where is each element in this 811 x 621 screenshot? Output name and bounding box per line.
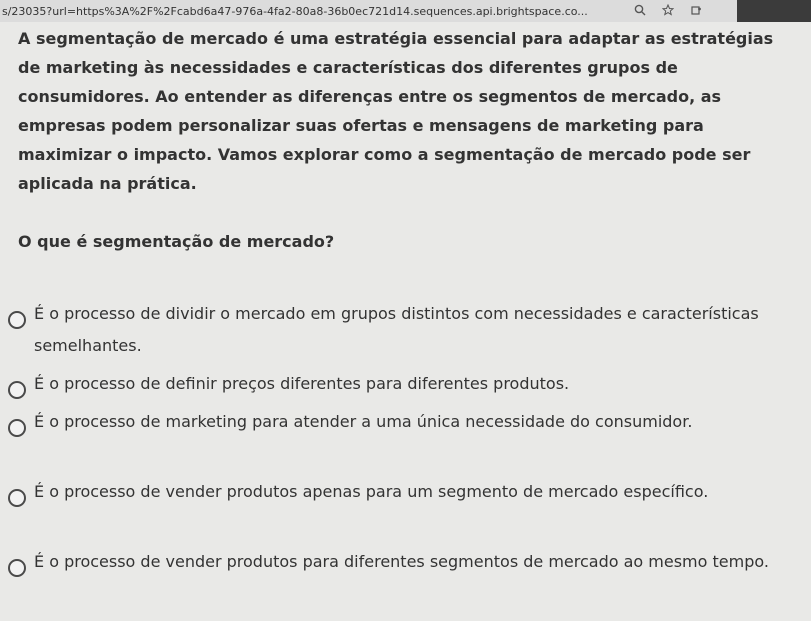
star-icon[interactable] xyxy=(661,3,675,19)
radio-button[interactable] xyxy=(8,559,26,577)
radio-button[interactable] xyxy=(8,311,26,329)
option-label: É o processo de vender produtos apenas p… xyxy=(34,482,709,501)
radio-button[interactable] xyxy=(8,419,26,437)
option-1[interactable]: É o processo de dividir o mercado em gru… xyxy=(8,298,778,362)
intro-paragraph: A segmentação de mercado é uma estratégi… xyxy=(18,29,774,193)
option-label: É o processo de marketing para atender a… xyxy=(34,412,693,431)
option-label: É o processo de definir preços diferente… xyxy=(34,374,570,393)
address-bar[interactable]: s/23035?url=https%3A%2F%2Fcabd6a47-976a-… xyxy=(0,0,811,22)
search-icon[interactable] xyxy=(634,4,646,19)
browser-toolbar-dark xyxy=(737,0,811,22)
option-3[interactable]: É o processo de marketing para atender a… xyxy=(8,406,778,438)
option-label: É o processo de vender produtos para dif… xyxy=(34,552,769,571)
radio-button[interactable] xyxy=(8,489,26,507)
option-5[interactable]: É o processo de vender produtos para dif… xyxy=(8,546,778,578)
url-text[interactable]: s/23035?url=https%3A%2F%2Fcabd6a47-976a-… xyxy=(2,5,622,18)
question-title: O que é segmentação de mercado? xyxy=(18,232,335,251)
option-2[interactable]: É o processo de definir preços diferente… xyxy=(8,368,778,400)
option-label: É o processo de dividir o mercado em gru… xyxy=(34,304,759,355)
option-4[interactable]: É o processo de vender produtos apenas p… xyxy=(8,476,778,508)
extension-icon[interactable] xyxy=(690,4,702,19)
radio-button[interactable] xyxy=(8,381,26,399)
